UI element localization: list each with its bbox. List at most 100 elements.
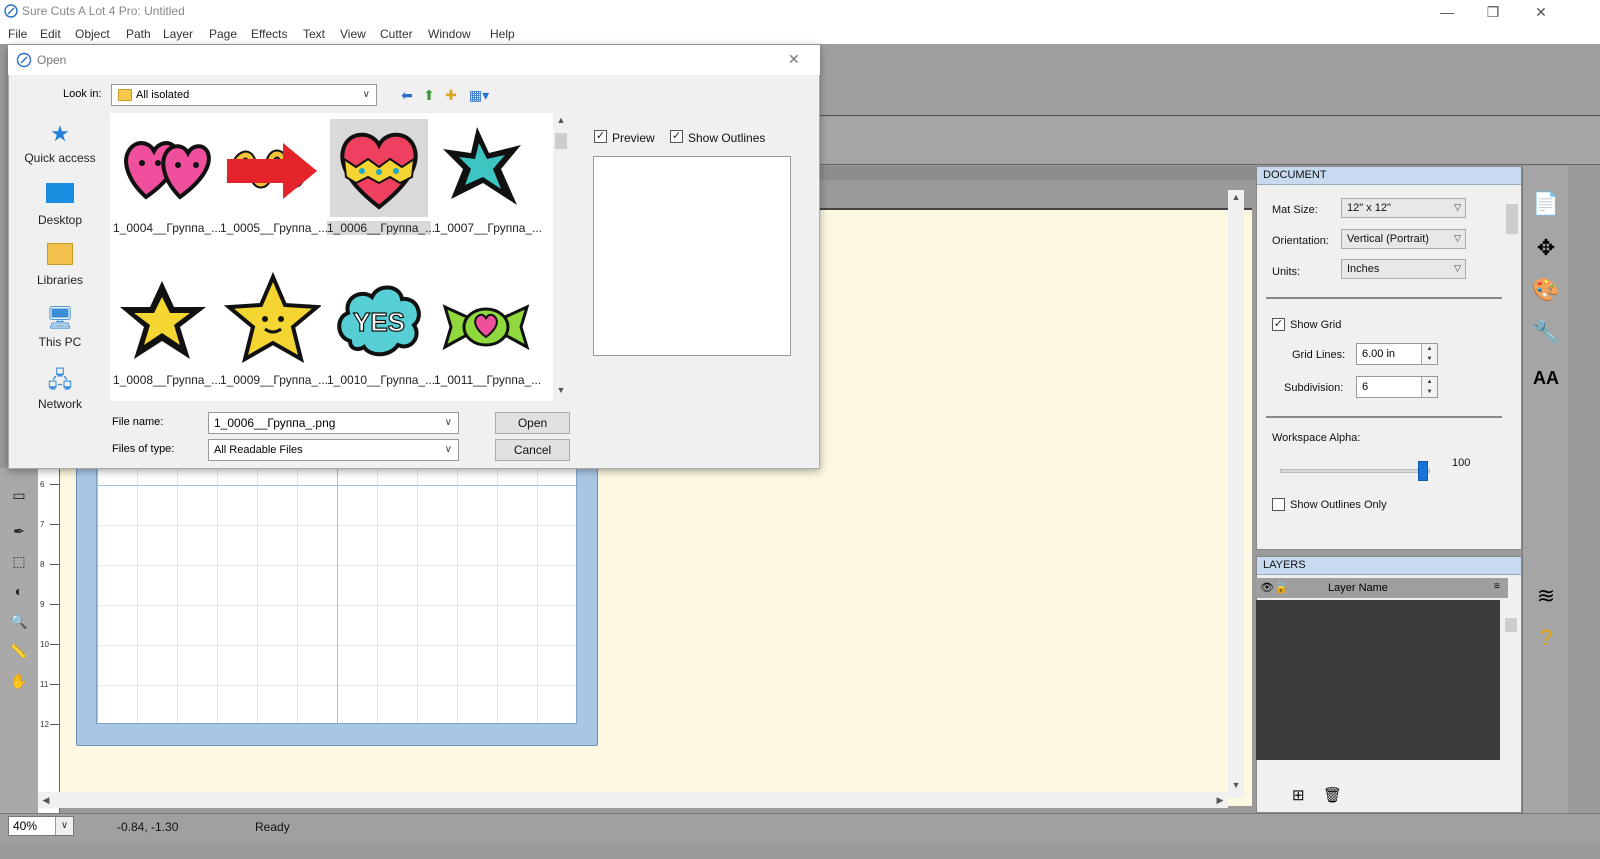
file-item[interactable]: 1_0009__Группа_... <box>220 271 328 387</box>
workspace-alpha-thumb[interactable] <box>1418 461 1428 481</box>
menu-path[interactable]: Path <box>126 27 151 41</box>
menu-effects[interactable]: Effects <box>251 27 287 41</box>
minimize-button[interactable]: — <box>1424 2 1470 22</box>
place-quick-access[interactable]: ★ Quick access <box>14 121 106 165</box>
menu-help[interactable]: Help <box>490 27 515 41</box>
zoom-select[interactable]: 40% ∨ <box>8 816 74 836</box>
help-icon[interactable]: ? <box>1530 622 1562 654</box>
layers-stack-icon[interactable]: ≋ <box>1530 580 1562 612</box>
view-menu-icon[interactable]: ▦▾ <box>466 86 492 104</box>
orientation-label: Orientation: <box>1272 235 1329 247</box>
look-in-select[interactable]: All isolated ∨ <box>111 84 377 106</box>
scroll-left-arrow-icon[interactable]: ◀ <box>38 795 54 806</box>
grid-lines-input[interactable]: 6.00 in ▲ ▼ <box>1356 343 1438 365</box>
files-of-type-select[interactable]: All Readable Files ∨ <box>208 439 459 461</box>
preview-checkbox[interactable]: ✓ <box>594 130 607 143</box>
back-icon[interactable]: ⬅ <box>398 86 416 104</box>
folder-icon <box>118 89 132 101</box>
ruler-tick <box>50 684 60 685</box>
text-size-icon[interactable]: AA <box>1530 362 1562 394</box>
open-button[interactable]: Open <box>495 412 570 434</box>
layer-options-icon[interactable]: ≡ <box>1494 581 1500 592</box>
layers-scrollbar[interactable] <box>1503 600 1519 760</box>
file-name-input[interactable]: 1_0006__Группа_.png ∨ <box>208 412 459 434</box>
scroll-right-arrow-icon[interactable]: ▶ <box>1212 795 1228 806</box>
chevron-down-icon[interactable]: ∨ <box>445 417 452 428</box>
menu-window[interactable]: Window <box>428 27 471 41</box>
place-label: Quick access <box>24 151 96 165</box>
menu-text[interactable]: Text <box>303 27 325 41</box>
weld-tool-icon[interactable]: ◐ <box>10 582 28 600</box>
scroll-down-arrow-icon[interactable]: ▼ <box>553 385 569 395</box>
visibility-eye-icon[interactable]: 👁 <box>1260 581 1274 594</box>
add-layer-icon[interactable]: ⊞ <box>1292 786 1305 804</box>
show-grid-checkbox[interactable]: ✓ <box>1272 318 1285 331</box>
scroll-thumb[interactable] <box>1505 618 1517 632</box>
place-libraries[interactable]: Libraries <box>14 243 106 287</box>
palette-icon[interactable]: 🎨 <box>1530 274 1562 306</box>
file-item[interactable]: 1_0005__Группа_... <box>220 119 328 235</box>
mat-grid[interactable] <box>96 468 577 724</box>
mat-size-select[interactable]: 12" x 12" ▽ <box>1341 198 1466 218</box>
close-window-button[interactable]: ✕ <box>1518 2 1564 22</box>
menu-file[interactable]: File <box>8 27 27 41</box>
scroll-down-arrow-icon[interactable]: ▼ <box>1228 780 1244 790</box>
ruler-tool-icon[interactable]: 📏 <box>10 642 28 660</box>
places-bar: ★ Quick access Desktop Libraries 🖥 This PC… <box>14 113 106 413</box>
place-network[interactable]: 🖧 Network <box>14 367 106 411</box>
file-list-scrollbar[interactable]: ▲ ▼ <box>553 113 569 401</box>
menu-view[interactable]: View <box>340 27 366 41</box>
workspace-alpha-slider[interactable] <box>1280 469 1430 473</box>
file-item[interactable]: 1_0008__Группа_... <box>113 271 221 387</box>
place-label: This PC <box>38 335 82 349</box>
orientation-select[interactable]: Vertical (Portrait) ▽ <box>1341 229 1466 249</box>
zoom-tool-icon[interactable]: 🔍 <box>10 612 28 630</box>
file-item[interactable]: 1_0004__Группа_... <box>113 119 221 235</box>
rectangle-tool-icon[interactable]: ▭ <box>10 486 28 504</box>
scroll-thumb[interactable] <box>1506 204 1518 234</box>
new-page-icon[interactable]: 📄 <box>1530 188 1562 220</box>
menu-layer[interactable]: Layer <box>163 27 193 41</box>
right-toolbar: 📄 ✥ 🎨 🔧 AA ≋ ? <box>1522 166 1568 813</box>
show-outlines-checkbox[interactable]: ✓ <box>670 130 683 143</box>
chevron-down-icon: ▽ <box>1454 263 1461 273</box>
wrench-icon[interactable]: 🔧 <box>1530 316 1562 348</box>
layers-list[interactable] <box>1256 600 1500 760</box>
move-icon[interactable]: ✥ <box>1530 232 1562 264</box>
dialog-close-icon[interactable]: ✕ <box>788 51 800 68</box>
hand-tool-icon[interactable]: ✋ <box>10 672 28 690</box>
pen-tool-icon[interactable]: ✒ <box>10 522 28 540</box>
file-item[interactable]: YES 1_0010__Группа_... <box>327 271 435 387</box>
lock-icon[interactable]: 🔒 <box>1274 581 1288 594</box>
units-select[interactable]: Inches ▽ <box>1341 259 1466 279</box>
node-edit-tool-icon[interactable]: ⬚ <box>10 552 28 570</box>
file-item[interactable]: 1_0011__Группа_... <box>434 271 541 387</box>
menu-page[interactable]: Page <box>209 27 237 41</box>
menu-edit[interactable]: Edit <box>40 27 61 41</box>
scroll-up-arrow-icon[interactable]: ▲ <box>553 115 569 125</box>
ruler-tick <box>50 644 60 645</box>
scroll-up-arrow-icon[interactable]: ▲ <box>1228 192 1244 202</box>
file-list-view[interactable]: 1_0004__Группа_... 1_0005__Группа_... 1_… <box>110 113 553 401</box>
place-desktop[interactable]: Desktop <box>14 183 106 227</box>
show-outlines-only-checkbox[interactable] <box>1272 498 1285 511</box>
file-item-selected[interactable]: 1_0006__Группа_... <box>327 119 435 235</box>
restore-button[interactable]: ❐ <box>1470 2 1516 22</box>
menu-cutter[interactable]: Cutter <box>380 27 413 41</box>
scroll-thumb[interactable] <box>555 133 567 149</box>
cancel-button[interactable]: Cancel <box>495 439 570 461</box>
up-folder-icon[interactable]: ⬆ <box>420 86 438 104</box>
menu-object[interactable]: Object <box>75 27 110 41</box>
place-this-pc[interactable]: 🖥 This PC <box>14 305 106 349</box>
delete-layer-icon[interactable]: 🗑 <box>1323 786 1342 804</box>
file-item[interactable]: 1_0007__Группа_... <box>434 119 542 235</box>
spin-arrows-icon[interactable]: ▲ ▼ <box>1421 344 1437 364</box>
ruler-tick <box>50 564 60 565</box>
chevron-down-icon[interactable]: ∨ <box>55 817 73 835</box>
spin-arrows-icon[interactable]: ▲ ▼ <box>1421 377 1437 397</box>
subdivision-input[interactable]: 6 ▲ ▼ <box>1356 376 1438 398</box>
document-panel-scrollbar[interactable] <box>1504 188 1520 546</box>
new-folder-icon[interactable]: ✚ <box>442 86 460 104</box>
workspace-vertical-scrollbar[interactable]: ▲ ▼ <box>1228 190 1244 798</box>
workspace-horizontal-scrollbar[interactable]: ◀ ▶ <box>38 792 1228 808</box>
